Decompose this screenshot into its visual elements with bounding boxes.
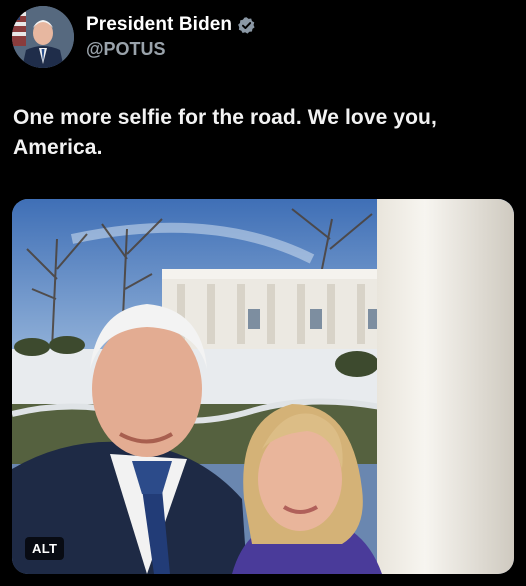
display-name[interactable]: President Biden — [86, 14, 232, 36]
avatar[interactable] — [12, 6, 74, 68]
verified-badge-icon — [237, 16, 256, 35]
post-media[interactable]: ALT — [12, 199, 514, 574]
avatar-image — [12, 6, 74, 68]
post-text: One more selfie for the road. We love yo… — [13, 106, 437, 159]
handle[interactable]: @POTUS — [86, 39, 256, 60]
post-header: President Biden @POTUS — [12, 6, 256, 68]
selfie-photo — [12, 199, 514, 574]
alt-text-button[interactable]: ALT — [25, 537, 65, 560]
